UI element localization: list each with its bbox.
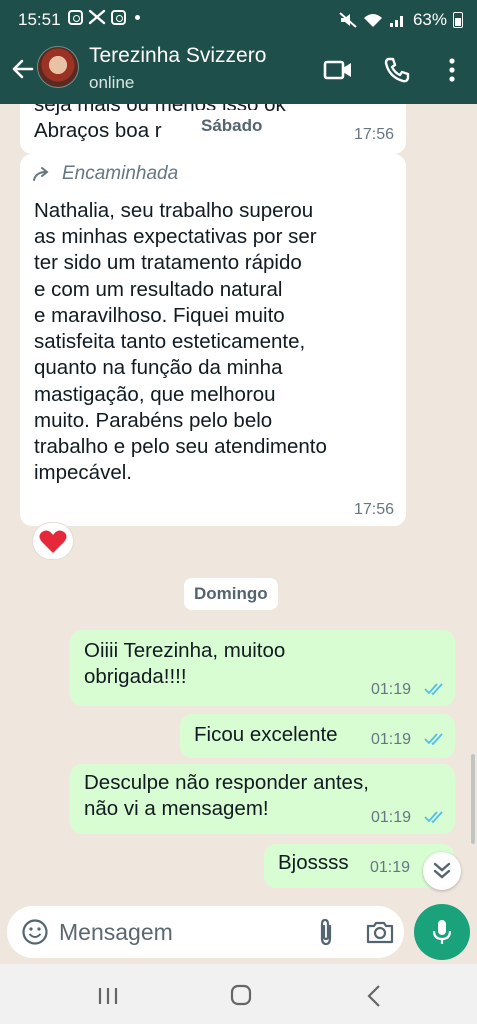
- forwarded-text: Encaminhada: [62, 163, 179, 184]
- date-chip-sunday: Domingo: [184, 578, 278, 610]
- signal-icon: [389, 16, 403, 27]
- battery-percent: 63%: [412, 10, 447, 29]
- chat-area[interactable]: seja mais ou menos isso ok Abraços boa r…: [0, 104, 477, 904]
- voice-call-icon[interactable]: [381, 54, 413, 86]
- reaction-heart[interactable]: [32, 522, 74, 560]
- notification-icons: [68, 9, 140, 25]
- battery-icon: [453, 12, 463, 28]
- forward-icon: [33, 167, 49, 182]
- message-time: 01:19: [371, 681, 412, 698]
- message-input-container[interactable]: [7, 906, 404, 958]
- attach-icon[interactable]: [313, 918, 339, 946]
- wifi-icon: [363, 14, 382, 27]
- read-ticks-icon: [424, 733, 443, 746]
- message-time: 17:56: [353, 126, 394, 143]
- read-ticks-icon: [424, 811, 443, 824]
- contact-avatar[interactable]: [37, 46, 79, 88]
- emoji-icon[interactable]: [21, 918, 49, 946]
- back-arrow-icon[interactable]: [8, 54, 38, 84]
- read-ticks-icon: [424, 683, 443, 696]
- scissors-icon: [88, 9, 106, 25]
- message-time: 01:19: [370, 859, 411, 876]
- message-bubble-outgoing[interactable]: Ficou excelente 01:19: [180, 714, 455, 758]
- message-time: 01:19: [371, 809, 412, 826]
- voice-message-button[interactable]: [414, 904, 470, 960]
- recent-apps-icon[interactable]: [96, 986, 120, 1006]
- forwarded-label: Encaminhada: [32, 162, 178, 186]
- scroll-to-bottom-button[interactable]: [423, 852, 461, 890]
- message-time: 17:56: [353, 501, 394, 518]
- double-chevron-down-icon: [433, 862, 451, 879]
- system-icons: 63%: [339, 10, 463, 30]
- message-bubble-outgoing[interactable]: Oiiii Terezinha, muitoo obrigada!!!! 01:…: [70, 630, 455, 706]
- status-time: 15:51: [18, 10, 61, 29]
- nav-back-icon[interactable]: [366, 984, 382, 1008]
- message-text: Nathalia, seu trabalho superou as minhas…: [34, 199, 327, 485]
- microphone-icon: [432, 920, 452, 944]
- camera-icon[interactable]: [365, 918, 395, 946]
- video-call-icon[interactable]: [322, 54, 354, 86]
- chat-header: Terezinha Svizzero online: [0, 38, 477, 104]
- instagram-icon: [68, 9, 83, 25]
- message-text: Oiiii Terezinha, muitoo obrigada!!!!: [84, 639, 286, 689]
- compose-bar: [0, 904, 477, 964]
- contact-name[interactable]: Terezinha Svizzero: [89, 44, 266, 68]
- home-icon[interactable]: [230, 984, 252, 1006]
- heart-icon: [39, 530, 67, 553]
- message-text: Bjossss: [278, 851, 349, 874]
- contact-status: online: [89, 73, 135, 92]
- mute-icon: [339, 12, 357, 28]
- message-bubble-forwarded[interactable]: Encaminhada Nathalia, seu trabalho super…: [20, 154, 406, 526]
- scrollbar[interactable]: [471, 754, 475, 844]
- message-text: Ficou excelente: [194, 723, 338, 746]
- more-options-icon[interactable]: [436, 54, 468, 86]
- instagram-icon-2: [111, 9, 126, 25]
- date-chip-saturday: Sábado: [191, 110, 273, 142]
- message-time: 01:19: [371, 731, 412, 748]
- status-bar: 15:51 63%: [0, 0, 477, 38]
- message-bubble-outgoing[interactable]: Desculpe não responder antes, não vi a m…: [70, 764, 455, 834]
- more-notifications-icon: [135, 14, 140, 20]
- message-input[interactable]: [59, 914, 299, 950]
- message-text: Desculpe não responder antes, não vi a m…: [84, 771, 369, 821]
- system-navigation-bar: [0, 964, 477, 1024]
